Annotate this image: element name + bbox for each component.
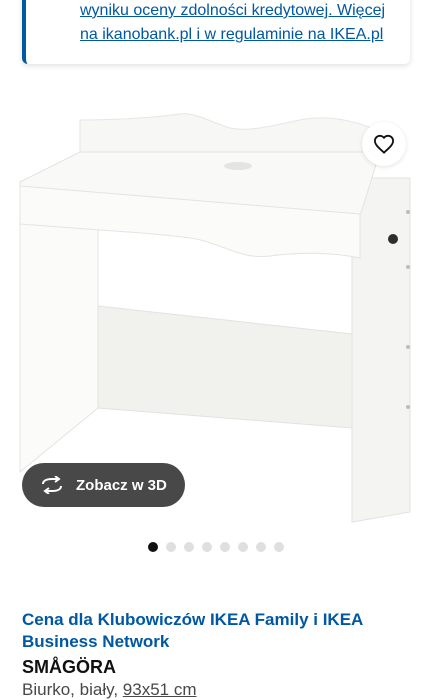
product-name: SMÅGÖRA (22, 657, 116, 677)
family-price-label: Cena dla Klubowiczów IKEA Family i IKEA … (22, 610, 363, 651)
carousel-dot[interactable] (220, 542, 230, 552)
product-size-link[interactable]: 93x51 cm (123, 680, 197, 699)
carousel-dot[interactable] (166, 542, 176, 552)
knob (388, 234, 398, 244)
desk-middle-panel (97, 305, 353, 429)
side-hole (406, 345, 410, 349)
info-card: wyniku oceny zdolności kredytowej. Więce… (22, 0, 410, 64)
carousel-dot[interactable] (274, 542, 284, 552)
favorite-button[interactable] (362, 122, 406, 166)
side-hole (406, 405, 410, 409)
heart-icon (373, 134, 395, 154)
carousel-dots (148, 542, 284, 552)
view-3d-label: Zobacz w 3D (76, 476, 167, 494)
carousel-dot[interactable] (148, 542, 158, 552)
desk-right-side (351, 177, 411, 523)
cable-hole (224, 162, 252, 170)
side-hole (406, 265, 410, 269)
product-desc-text: Biurko, biały, (22, 680, 123, 699)
desk-hutch (79, 113, 381, 153)
view-3d-button[interactable]: Zobacz w 3D (22, 463, 185, 507)
rotate-icon (40, 475, 66, 495)
carousel-dot[interactable] (202, 542, 212, 552)
desk-left-leg (19, 201, 99, 474)
info-link-line-1[interactable]: wyniku oceny zdolności kredytowej. Więce… (80, 2, 385, 20)
info-link-line-2[interactable]: na ikanobank.pl i w regulaminie na IKEA.… (80, 26, 383, 44)
carousel-dot[interactable] (238, 542, 248, 552)
carousel-dot[interactable] (256, 542, 266, 552)
side-hole (406, 210, 410, 214)
product-description: Biurko, biały, 93x51 cm (22, 680, 196, 700)
carousel-dot[interactable] (184, 542, 194, 552)
